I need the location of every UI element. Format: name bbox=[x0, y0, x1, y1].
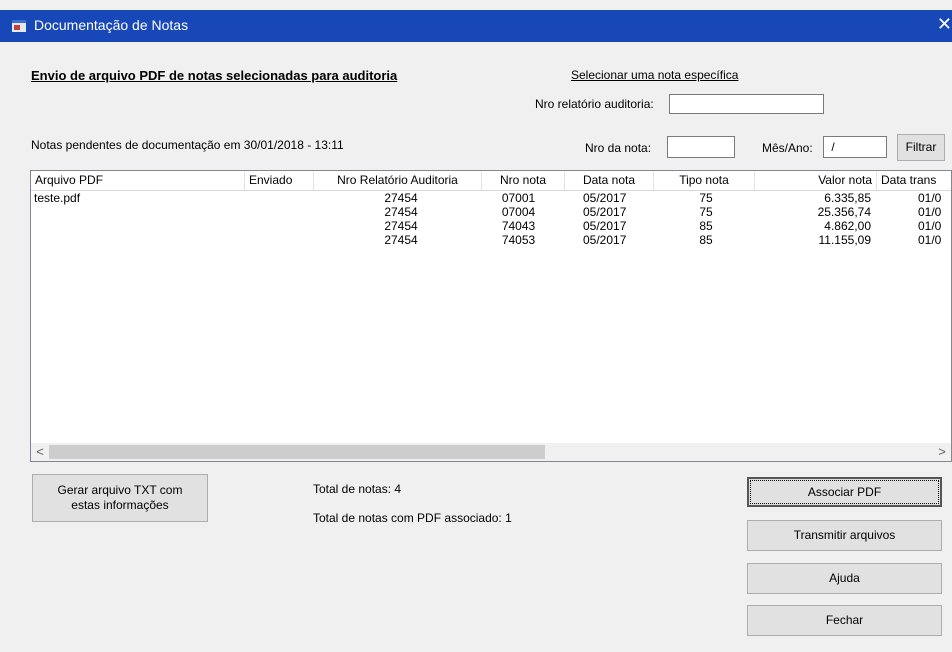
cell-valor-nota: 25.356,74 bbox=[817, 205, 871, 219]
column-header[interactable]: Arquivo PDF bbox=[31, 171, 245, 190]
cell-relatorio: 27454 bbox=[384, 205, 418, 219]
cell-tipo-nota: 85 bbox=[699, 233, 713, 247]
associar-pdf-button[interactable]: Associar PDF bbox=[747, 477, 942, 507]
cell-data-trans: 01/0 bbox=[918, 191, 942, 205]
cell-data-nota: 05/2017 bbox=[583, 233, 627, 247]
nro-relatorio-input[interactable] bbox=[669, 94, 824, 114]
cell-nro-nota: 74053 bbox=[501, 233, 536, 247]
cell-tipo-nota: 85 bbox=[699, 219, 713, 233]
cell-data-nota: 05/2017 bbox=[583, 205, 627, 219]
ajuda-button[interactable]: Ajuda bbox=[747, 563, 942, 594]
documentacao-window: Documentação de Notas ✕ Envio de arquivo… bbox=[0, 0, 952, 652]
scroll-right-icon[interactable]: > bbox=[933, 443, 951, 461]
cell-data-trans: 01/0 bbox=[918, 233, 942, 247]
gerar-txt-button[interactable]: Gerar arquivo TXT com estas informações bbox=[32, 474, 208, 522]
cell-data-trans: 01/0 bbox=[918, 219, 942, 233]
mes-ano-input[interactable] bbox=[823, 136, 887, 158]
cell-nro-nota: 07004 bbox=[501, 205, 536, 219]
transmitir-button[interactable]: Transmitir arquivos bbox=[747, 520, 942, 551]
select-note-link[interactable]: Selecionar uma nota específica bbox=[571, 68, 738, 82]
total-notas-label: Total de notas: 4 bbox=[313, 482, 402, 496]
total-pdf-label: Total de notas com PDF associado: 1 bbox=[313, 511, 512, 525]
cell-tipo-nota: 75 bbox=[699, 205, 713, 219]
horizontal-scrollbar[interactable]: < > bbox=[31, 443, 951, 461]
mes-ano-label: Mês/Ano: bbox=[762, 141, 813, 155]
nro-nota-label: Nro da nota: bbox=[585, 141, 652, 155]
column-header[interactable]: Enviado bbox=[245, 171, 314, 190]
nro-nota-input[interactable] bbox=[667, 136, 735, 158]
window-title: Documentação de Notas bbox=[34, 17, 189, 33]
scrollbar-thumb[interactable] bbox=[49, 445, 545, 459]
column-header[interactable]: Data nota bbox=[565, 171, 654, 190]
cell-relatorio: 27454 bbox=[384, 219, 418, 233]
fechar-button[interactable]: Fechar bbox=[747, 605, 942, 636]
column-header[interactable]: Nro nota bbox=[482, 171, 565, 190]
title-bar[interactable]: Documentação de Notas ✕ bbox=[0, 10, 952, 42]
gerar-txt-line1: Gerar arquivo TXT com bbox=[57, 483, 183, 497]
cell-nro-nota: 07001 bbox=[501, 191, 536, 205]
pending-notes-label: Notas pendentes de documentação em 30/01… bbox=[31, 138, 344, 152]
cell-valor-nota: 4.862,00 bbox=[824, 219, 871, 233]
app-icon bbox=[12, 20, 26, 32]
column-header[interactable]: Data trans bbox=[877, 171, 951, 190]
column-header[interactable]: Valor nota bbox=[755, 171, 877, 190]
cell-data-nota: 05/2017 bbox=[583, 191, 627, 205]
cell-relatorio: 27454 bbox=[384, 191, 418, 205]
gerar-txt-line2: estas informações bbox=[71, 498, 169, 512]
close-icon[interactable]: ✕ bbox=[937, 14, 952, 35]
cell-relatorio: 27454 bbox=[384, 233, 418, 247]
page-heading: Envio de arquivo PDF de notas selecionad… bbox=[31, 68, 398, 83]
cell-nro-nota: 74043 bbox=[501, 219, 536, 233]
cell-data-nota: 05/2017 bbox=[583, 219, 627, 233]
notes-table[interactable]: Arquivo PDF Enviado Nro Relatório Audito… bbox=[30, 170, 952, 462]
column-header[interactable]: Nro Relatório Auditoria bbox=[314, 171, 482, 190]
table-header: Arquivo PDF Enviado Nro Relatório Audito… bbox=[31, 171, 951, 191]
scroll-left-icon[interactable]: < bbox=[31, 443, 49, 461]
cell-valor-nota: 11.155,09 bbox=[818, 233, 872, 247]
cell-arquivo: teste.pdf bbox=[34, 191, 81, 205]
cell-tipo-nota: 75 bbox=[699, 191, 713, 205]
cell-data-trans: 01/0 bbox=[918, 205, 942, 219]
filter-button[interactable]: Filtrar bbox=[897, 134, 945, 161]
column-header[interactable]: Tipo nota bbox=[654, 171, 755, 190]
nro-relatorio-label: Nro relatório auditoria: bbox=[535, 97, 654, 111]
cell-valor-nota: 6.335,85 bbox=[824, 191, 871, 205]
